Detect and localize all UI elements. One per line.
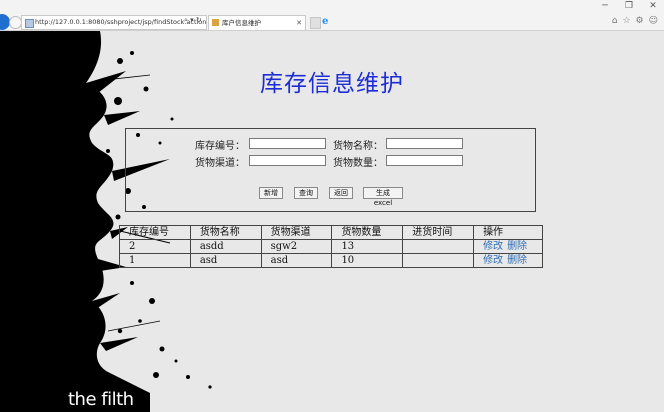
goods-name-label: 货物名称： xyxy=(333,141,383,152)
header-purchase-time: 进货时间 xyxy=(402,225,475,240)
goods-qty-input[interactable] xyxy=(386,155,463,166)
goods-channel-label: 货物渠道： xyxy=(195,158,245,169)
edit-link[interactable]: 修改 xyxy=(483,255,503,266)
add-button[interactable]: 新增 xyxy=(259,187,283,199)
favorites-icon[interactable]: ☆ xyxy=(622,16,630,26)
cell-goods-qty: 10 xyxy=(331,253,404,268)
maximize-icon[interactable]: ❐ xyxy=(624,1,634,11)
header-goods-qty: 货物数量 xyxy=(331,225,404,240)
stock-table: 库存编号 货物名称 货物渠道 货物数量 进货时间 操作 2 asdd sgw2 … xyxy=(119,225,543,268)
page-title: 库存信息维护 xyxy=(260,71,404,97)
table-row: 2 asdd sgw2 13 修改 删除 xyxy=(119,239,543,254)
cell-operations: 修改 删除 xyxy=(473,253,543,268)
cell-goods-channel: sgw2 xyxy=(260,239,333,254)
banner-text: the filth xyxy=(68,389,134,410)
url-text: http://127.0.0.1:8080/sshproject/jsp/fin… xyxy=(35,18,207,26)
address-bar[interactable]: http://127.0.0.1:8080/sshproject/jsp/fin… xyxy=(21,15,207,30)
goods-qty-label: 货物数量： xyxy=(333,158,383,169)
cell-operations: 修改 删除 xyxy=(473,239,543,254)
cell-stock-no: 2 xyxy=(119,239,191,254)
ie-logo-icon[interactable]: e xyxy=(322,16,328,27)
toolbar-icons: ⌂ ☆ ⚙ ☺ xyxy=(612,16,658,26)
cell-purchase-time xyxy=(402,253,475,268)
search-form xyxy=(125,128,536,212)
cell-stock-no: 1 xyxy=(119,253,191,268)
cell-goods-channel: asd xyxy=(260,253,333,268)
page-body: 库存信息维护 库存编号： 货物名称： 货物渠道： 货物数量： 新增 查询 返回 … xyxy=(0,31,664,412)
settings-gear-icon[interactable]: ⚙ xyxy=(636,16,644,26)
header-goods-channel: 货物渠道 xyxy=(260,225,333,240)
window-controls: ─ ❐ ✕ xyxy=(600,1,658,11)
minimize-icon[interactable]: ─ xyxy=(600,1,610,11)
header-stock-no: 库存编号 xyxy=(119,225,191,240)
search-refresh-icons[interactable]: ⌕ ▾ ↻ xyxy=(184,16,202,25)
cell-goods-name: asd xyxy=(189,253,262,268)
home-icon[interactable]: ⌂ xyxy=(612,16,618,26)
tab-close-icon[interactable]: ✕ xyxy=(296,16,302,30)
browser-chrome: ─ ❐ ✕ http://127.0.0.1:8080/sshproject/j… xyxy=(0,0,664,31)
cell-goods-qty: 13 xyxy=(331,239,404,254)
delete-link[interactable]: 删除 xyxy=(507,255,527,266)
cell-goods-name: asdd xyxy=(189,239,262,254)
close-icon[interactable]: ✕ xyxy=(648,1,658,11)
new-tab-button[interactable] xyxy=(310,17,321,29)
stock-no-input[interactable] xyxy=(249,138,326,149)
stock-no-label: 库存编号： xyxy=(195,141,245,152)
table-header-row: 库存编号 货物名称 货物渠道 货物数量 进货时间 操作 xyxy=(119,225,543,240)
query-button[interactable]: 查询 xyxy=(294,187,318,199)
export-excel-button[interactable]: 生成excel xyxy=(363,187,403,207)
header-operations: 操作 xyxy=(473,225,543,240)
smiley-icon[interactable]: ☺ xyxy=(649,16,658,26)
tab-title: 库户信息维护 xyxy=(222,19,261,27)
table-row: 1 asd asd 10 修改 删除 xyxy=(119,253,543,268)
tab-favicon-icon xyxy=(212,19,219,26)
address-tools[interactable]: ⌕ ▾ ↻ xyxy=(184,16,202,25)
goods-channel-input[interactable] xyxy=(249,155,326,166)
cell-purchase-time xyxy=(402,239,475,254)
back-button-page[interactable]: 返回 xyxy=(329,187,353,199)
page-icon xyxy=(25,19,34,28)
header-goods-name: 货物名称 xyxy=(189,225,262,240)
goods-name-input[interactable] xyxy=(386,138,463,149)
delete-link[interactable]: 删除 xyxy=(507,241,527,252)
edit-link[interactable]: 修改 xyxy=(483,241,503,252)
browser-tab[interactable]: 库户信息维护 ✕ xyxy=(208,15,306,30)
